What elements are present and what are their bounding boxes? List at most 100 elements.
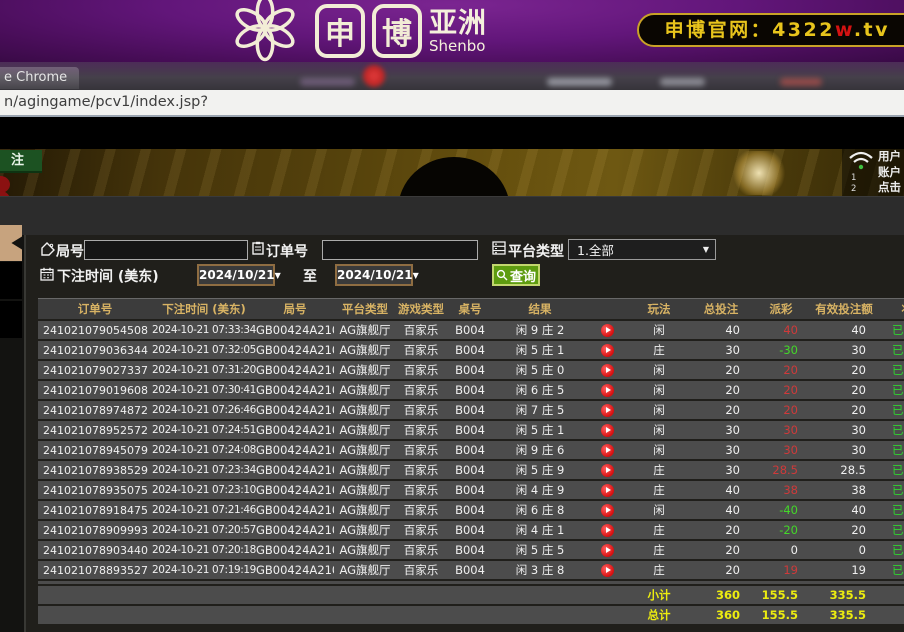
window-title: e Chrome [0,67,79,89]
cell-play: 闲 [628,441,690,459]
column-header: 局号 [256,298,334,319]
official-site-red: w [835,19,854,41]
date-to-select[interactable]: 2024/10/21 ▼ [335,264,413,286]
play-icon[interactable] [601,404,614,417]
cell-platform: AG旗舰厅 [334,461,396,479]
cell-replay [586,461,628,479]
platform-type-select[interactable]: 1.全部 ▼ [568,239,716,260]
date-from-select[interactable]: 2024/10/21 ▼ [197,264,275,286]
play-icon[interactable] [601,364,614,377]
cell-order-id: 241021079036344 [38,341,152,359]
cell-payout: 30 [752,421,810,439]
column-header: 桌号 [446,298,494,319]
cell-play: 闲 [628,361,690,379]
cell-platform: AG旗舰厅 [334,321,396,339]
cell-total-bet: 40 [690,501,752,519]
game-side-panel: 12 用户账户点击 [842,149,904,196]
cell-status: 已结算 [878,481,904,499]
cell-result: 闲 3 庄 8 [494,561,586,579]
address-bar[interactable]: n/agingame/pcv1/index.jsp? [0,90,904,117]
cell-bet-time: 2024-10-21 07:30:41 [152,381,256,399]
play-icon[interactable] [601,464,614,477]
play-icon[interactable] [601,484,614,497]
cell-play: 庄 [628,561,690,579]
play-icon[interactable] [601,424,614,437]
blurred-tab-text [660,78,705,86]
cell-bet-time: 2024-10-21 07:31:20 [152,361,256,379]
cell-bet-time: 2024-10-21 07:24:51 [152,421,256,439]
cell-status: 已结算 [878,441,904,459]
play-icon[interactable] [601,564,614,577]
table-row: 241021079036344 2024-10-21 07:32:05 GB00… [38,341,904,359]
cell-total-bet: 30 [690,421,752,439]
table-row: 241021079027337 2024-10-21 07:31:20 GB00… [38,361,904,379]
cell-total-bet: 40 [690,321,752,339]
cell-table-no: B004 [446,421,494,439]
to-label: 至 [303,266,317,286]
cell-round-id: GB00424A210GI [256,401,334,419]
cell-platform: AG旗舰厅 [334,481,396,499]
cell-game-type: 百家乐 [396,541,446,559]
side-menu-item: 点击 [878,180,901,196]
cell-valid-bet: 19 [810,561,878,579]
side-panel-menu: 用户账户点击 [878,149,901,196]
table-row: 241021078974872 2024-10-21 07:26:46 GB00… [38,401,904,419]
date-from-value: 2024/10/21 [199,268,275,282]
browser-titlebar: e Chrome [0,62,904,90]
chevron-down-icon: ▼ [703,245,715,254]
play-icon[interactable] [601,344,614,357]
search-button[interactable]: 查询 [492,264,540,286]
cell-result: 闲 9 庄 6 [494,441,586,459]
cell-play: 闲 [628,381,690,399]
cell-replay [586,401,628,419]
cell-payout: 38 [752,481,810,499]
bet-badge: 注 [0,150,42,173]
cell-game-type: 百家乐 [396,321,446,339]
cell-status: 已结算 [878,401,904,419]
column-header: 游戏类型 [396,298,446,319]
cell-payout: -20 [752,521,810,539]
play-icon[interactable] [601,504,614,517]
side-number: 1 [851,173,856,184]
clipboard-icon [251,241,265,255]
logo-char-bo: 博 [372,4,422,58]
cell-order-id: 241021078903440 [38,541,152,559]
subtotal-label: 小计 [628,586,690,604]
logo: 申 博 亚洲 Shenbo [222,0,487,62]
cell-payout: 20 [752,381,810,399]
cell-valid-bet: 30 [810,341,878,359]
cell-total-bet: 30 [690,341,752,359]
cell-order-id: 241021079019608 [38,381,152,399]
table-row: 241021078918475 2024-10-21 07:21:46 GB00… [38,501,904,519]
cell-result: 闲 5 庄 1 [494,341,586,359]
cell-replay [586,361,628,379]
table-row: 241021078945079 2024-10-21 07:24:08 GB00… [38,441,904,459]
cell-result: 闲 5 庄 0 [494,361,586,379]
blurred-tab-text [547,78,612,86]
cell-play: 庄 [628,481,690,499]
play-icon[interactable] [601,544,614,557]
cell-round-id: GB00424A210GF [256,421,334,439]
play-icon[interactable] [601,524,614,537]
cell-game-type: 百家乐 [396,421,446,439]
cell-round-id: GB00424A210GE [256,441,334,459]
total-label: 总计 [628,606,690,624]
column-header: 下注时间 (美东) [152,298,256,319]
cell-valid-bet: 20 [810,381,878,399]
play-icon[interactable] [601,384,614,397]
cell-play: 庄 [628,461,690,479]
screen: 申 博 亚洲 Shenbo 申博官网：4322w.tv e Chrome n/a… [0,0,904,632]
play-icon[interactable] [601,444,614,457]
play-icon[interactable] [601,324,614,337]
cell-table-no: B004 [446,461,494,479]
collapse-tab[interactable] [0,225,22,261]
cell-game-type: 百家乐 [396,361,446,379]
round-id-input[interactable] [84,240,248,260]
table-row: 241021079019608 2024-10-21 07:30:41 GB00… [38,381,904,399]
cell-play: 庄 [628,521,690,539]
total-row: 总计 360 155.5 335.5 [38,606,904,624]
order-id-input[interactable] [322,240,478,260]
chevron-down-icon: ▼ [275,271,285,280]
round-id-label: 局号 [56,241,84,261]
cell-valid-bet: 20 [810,361,878,379]
